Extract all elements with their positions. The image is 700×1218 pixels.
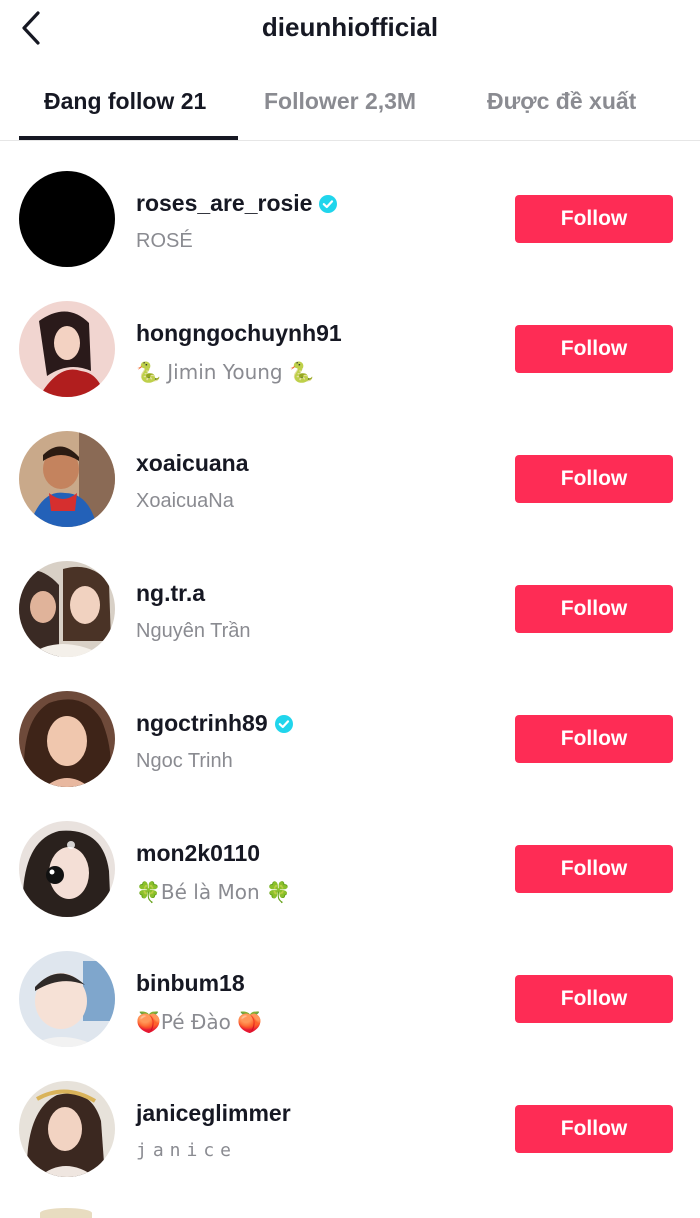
- follow-button[interactable]: Follow: [515, 195, 673, 243]
- username-text: janiceglimmer: [136, 1100, 291, 1126]
- follow-button[interactable]: Follow: [515, 845, 673, 893]
- nickname: ROSÉ: [136, 230, 193, 252]
- list-item[interactable]: xoaicuana XoaicuaNa Follow: [0, 400, 700, 530]
- follow-button[interactable]: Follow: [515, 1105, 673, 1153]
- username[interactable]: ngoctrinh89: [136, 710, 293, 737]
- nickname: 🍀Bé là Mon 🍀: [136, 880, 291, 904]
- list-item[interactable]: janiceglimmer janice Follow: [0, 1050, 700, 1180]
- avatar[interactable]: [19, 431, 115, 527]
- username[interactable]: ng.tr.a: [136, 580, 205, 607]
- follow-button[interactable]: Follow: [515, 585, 673, 633]
- username-text: binbum18: [136, 970, 245, 996]
- page-title: dieunhiofficial: [261, 12, 439, 42]
- avatar[interactable]: [19, 691, 115, 787]
- tab-suggested[interactable]: Được đề xuất: [487, 88, 636, 115]
- username-text: ngoctrinh89: [136, 710, 268, 736]
- nickname: XoaicuaNa: [136, 490, 234, 512]
- username-text: roses_are_rosie: [136, 190, 313, 216]
- tab-bar: Đang follow 21 Follower 2,3M Được đề xuấ…: [0, 72, 700, 141]
- avatar[interactable]: [19, 561, 115, 657]
- nickname: Ngoc Trinh: [136, 750, 233, 772]
- username[interactable]: mon2k0110: [136, 840, 260, 867]
- nickname: Nguyên Trần: [136, 620, 251, 642]
- tab-followers[interactable]: Follower 2,3M: [264, 88, 416, 115]
- follow-button[interactable]: Follow: [515, 455, 673, 503]
- list-item[interactable]: ng.tr.a Nguyên Trần Follow: [0, 530, 700, 660]
- username-text: mon2k0110: [136, 840, 261, 866]
- nickname: 🐍 Jimin Young 🐍: [136, 360, 314, 384]
- avatar[interactable]: [19, 951, 115, 1047]
- nickname: 🍑Pé Đào 🍑: [136, 1010, 263, 1034]
- list-item[interactable]: ngoctrinh89 Ngoc Trinh Follow: [0, 660, 700, 790]
- verified-badge-icon: [319, 194, 338, 213]
- username[interactable]: janiceglimmer: [136, 1100, 291, 1127]
- follow-button[interactable]: Follow: [515, 715, 673, 763]
- list-item[interactable]: roses_are_rosie ROSÉ Follow: [0, 140, 700, 270]
- avatar[interactable]: [19, 821, 115, 917]
- follow-button[interactable]: Follow: [515, 325, 673, 373]
- tab-following[interactable]: Đang follow 21: [44, 88, 206, 115]
- verified-badge-icon: [274, 714, 293, 733]
- list-item[interactable]: mon2k0110 🍀Bé là Mon 🍀 Follow: [0, 790, 700, 920]
- avatar[interactable]: [19, 171, 115, 267]
- username-text: xoaicuana: [136, 450, 249, 476]
- username[interactable]: hongngochuynh91: [136, 320, 342, 347]
- list-item[interactable]: hongngochuynh91 🐍 Jimin Young 🐍 Follow: [0, 270, 700, 400]
- username-text: ng.tr.a: [136, 580, 206, 606]
- following-list: roses_are_rosie ROSÉ Follow hongngochuyn…: [0, 140, 700, 1180]
- nickname: janice: [136, 1140, 238, 1161]
- username[interactable]: binbum18: [136, 970, 245, 997]
- avatar[interactable]: [19, 1081, 115, 1177]
- follow-button[interactable]: Follow: [515, 975, 673, 1023]
- list-item[interactable]: binbum18 🍑Pé Đào 🍑 Follow: [0, 920, 700, 1050]
- avatar: [40, 1208, 92, 1218]
- avatar[interactable]: [19, 301, 115, 397]
- username[interactable]: roses_are_rosie: [136, 190, 338, 217]
- username-text: hongngochuynh91: [136, 320, 342, 346]
- top-bar: dieunhiofficial: [0, 0, 700, 56]
- username[interactable]: xoaicuana: [136, 450, 249, 477]
